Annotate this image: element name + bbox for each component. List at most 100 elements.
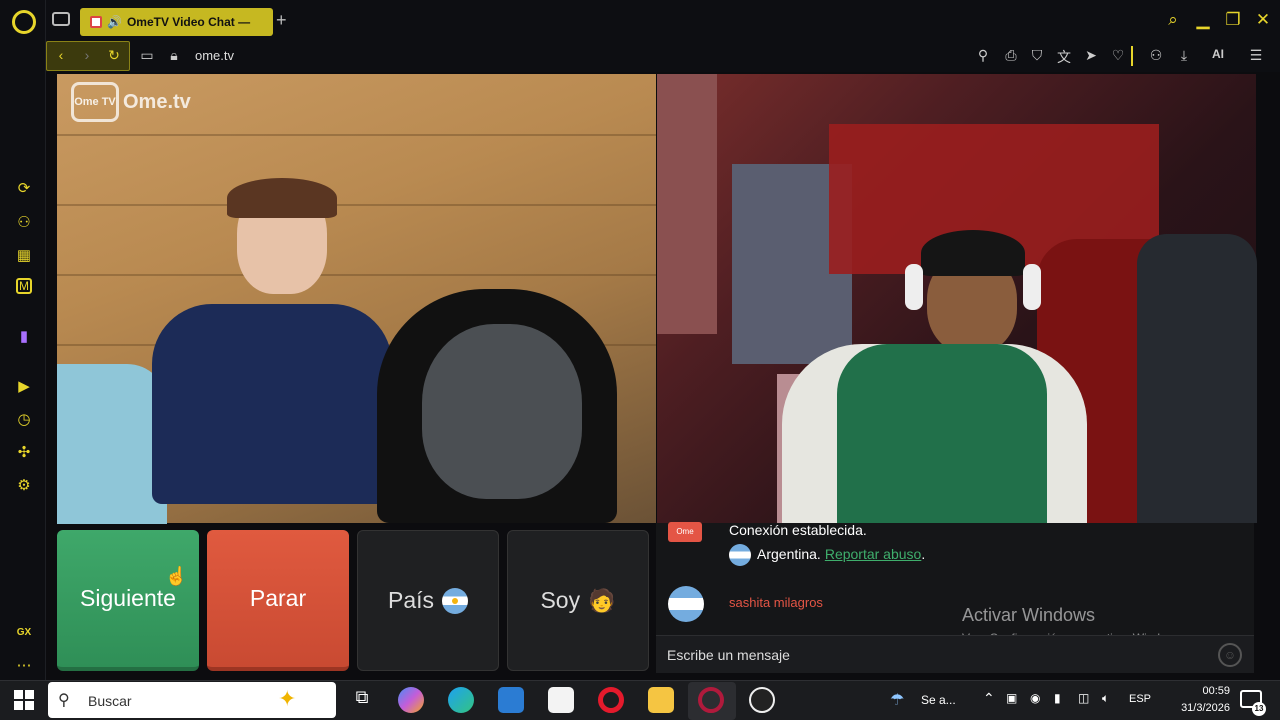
camera-permission-icon[interactable]: ▭ — [138, 47, 156, 65]
gx-control-icon[interactable]: ⚇ — [14, 212, 34, 232]
messenger-icon[interactable]: M — [16, 278, 32, 294]
user-name: sashita milagros — [729, 595, 823, 610]
person2-face-shape — [422, 324, 582, 499]
search-icon: ⚲ — [58, 692, 70, 709]
country-name: Argentina. — [757, 546, 821, 562]
download-icon[interactable]: ⤓ — [1175, 47, 1193, 65]
snapshot-icon[interactable]: ⎙ — [1002, 47, 1020, 65]
search-tabs-icon[interactable]: ⌕ — [1160, 10, 1186, 30]
blanket-shape — [57, 364, 167, 524]
heart-icon[interactable]: ♡ — [1109, 47, 1127, 65]
twitch-icon[interactable]: ▮ — [14, 326, 34, 346]
tab-favicon-icon — [90, 16, 102, 28]
reload-icon[interactable]: ↻ — [105, 47, 123, 65]
close-icon[interactable]: ✕ — [1250, 10, 1276, 30]
translate-icon[interactable]: 文 — [1055, 47, 1073, 65]
argentina-flag-small-icon — [729, 544, 751, 566]
screen: ⟳ ⚇ ▦ M ▮ ▶ ◷ ✣ ⚙ GX ⋯ 🔊 OmeTV Video Cha… — [0, 0, 1280, 720]
menu-icon[interactable]: ☰ — [1247, 47, 1265, 65]
start-button[interactable] — [14, 690, 34, 710]
emoji-icon[interactable]: ☺ — [1218, 643, 1242, 667]
local-video: Ome TV Ome.tv — [57, 74, 656, 524]
person-emoji-icon: 🧑 — [588, 587, 616, 613]
tab-ometv[interactable]: 🔊 OmeTV Video Chat — — [80, 8, 273, 36]
extensions-icon[interactable]: ✣ — [14, 442, 34, 462]
minimize-icon[interactable]: ▁ — [1190, 10, 1216, 30]
opera-gx-taskbar-icon[interactable] — [698, 687, 724, 713]
wall-shape — [657, 74, 717, 334]
next-button[interactable]: Siguiente — [57, 530, 199, 671]
more-icon[interactable]: ⋯ — [14, 655, 34, 675]
ometv-logo: Ome TV Ome.tv — [71, 82, 191, 122]
maximize-icon[interactable]: ❐ — [1220, 10, 1246, 30]
speaker-icon: 🔊 — [107, 15, 122, 29]
headphone-right-shape — [1023, 264, 1041, 310]
gx-corner-icon[interactable]: ▦ — [14, 245, 34, 265]
speed-dial-icon[interactable]: ⟳ — [14, 178, 34, 198]
clock-date[interactable]: 31/3/2026 — [1160, 702, 1230, 714]
ai-button[interactable]: AI — [1203, 47, 1233, 65]
history-icon[interactable]: ◷ — [14, 409, 34, 429]
copilot-icon[interactable] — [398, 687, 424, 713]
mail-icon[interactable] — [498, 687, 524, 713]
report-abuse-link[interactable]: Reportar abuso — [825, 546, 922, 562]
opera-icon[interactable] — [598, 687, 624, 713]
tray-icon-1[interactable]: ▣ — [1006, 691, 1017, 705]
search-placeholder: Buscar — [88, 693, 132, 709]
weather-text[interactable]: Se a... — [921, 693, 956, 707]
argentina-flag-icon — [442, 587, 469, 614]
taskbar-search[interactable]: ⚲ Buscar ✦ — [48, 682, 336, 718]
file-explorer-icon[interactable] — [648, 687, 674, 713]
url-text[interactable]: ome.tv — [195, 48, 234, 63]
person-shirt-shape — [152, 304, 392, 504]
tray-icon-2[interactable]: ◉ — [1030, 691, 1040, 705]
weather-icon[interactable]: ☂ — [890, 690, 904, 710]
message-input[interactable]: Escribe un mensaje ☺ — [656, 635, 1254, 673]
forward-icon[interactable]: › — [78, 47, 96, 65]
country-button[interactable]: País — [357, 530, 499, 671]
gender-button-label: Soy — [540, 587, 581, 613]
ometv-avatar-icon: Ome — [668, 522, 702, 542]
gx-sidebar: ⟳ ⚇ ▦ M ▮ ▶ ◷ ✣ ⚙ GX ⋯ — [0, 0, 46, 680]
edge-icon[interactable] — [448, 687, 474, 713]
stop-button-label: Parar — [249, 585, 307, 611]
clock-time[interactable]: 00:59 — [1170, 685, 1230, 697]
ometv-logo-badge: Ome TV — [71, 82, 119, 122]
next-button-label: Siguiente — [80, 585, 176, 611]
obs-icon[interactable] — [749, 687, 775, 713]
shield-icon[interactable]: ⛉ — [1028, 47, 1046, 65]
account-icon[interactable]: ⚇ — [1147, 47, 1165, 65]
gaming-chair2-shape — [1137, 234, 1257, 523]
mouse-cursor-icon: ☝ — [165, 566, 188, 586]
opera-gx-logo-icon[interactable] — [12, 10, 36, 34]
usb-icon[interactable]: ▮ — [1054, 691, 1061, 705]
language-indicator[interactable]: ESP — [1129, 693, 1151, 705]
remote-person-cap-shape — [921, 230, 1025, 276]
connection-status-text: Conexión establecida. — [729, 522, 867, 538]
back-icon[interactable]: ‹ — [52, 47, 70, 65]
gx-label[interactable]: GX — [14, 622, 34, 642]
new-tab-button[interactable]: + — [276, 10, 287, 31]
notification-count: 13 — [1252, 702, 1266, 716]
task-view-icon[interactable]: ⧉ — [349, 687, 375, 713]
chevron-up-icon[interactable]: ⌃ — [983, 690, 995, 707]
player-icon[interactable]: ▶ — [14, 376, 34, 396]
jacket-body-shape — [837, 344, 1047, 523]
toolbar-divider — [1131, 46, 1133, 66]
pin-icon[interactable]: ⚲ — [974, 47, 992, 65]
store-icon[interactable] — [548, 687, 574, 713]
ometv-logo-text: Ome.tv — [123, 90, 191, 113]
settings-gear-icon[interactable]: ⚙ — [14, 475, 34, 495]
country-line: Argentina. Reportar abuso . — [757, 546, 925, 562]
remote-video — [657, 74, 1257, 529]
tab-title: OmeTV Video Chat — — [126, 15, 251, 29]
message-input-placeholder: Escribe un mensaje — [667, 647, 790, 663]
person-hair-shape — [227, 178, 337, 218]
workspaces-icon[interactable] — [52, 12, 70, 26]
volume-icon[interactable]: 🔈︎ — [1102, 691, 1109, 706]
lock-icon[interactable]: 🔒︎ — [165, 47, 183, 65]
stop-button[interactable]: Parar — [207, 530, 349, 671]
network-icon[interactable]: ◫ — [1078, 691, 1089, 705]
send-icon[interactable]: ➤ — [1082, 47, 1100, 65]
gender-button[interactable]: Soy 🧑 — [507, 530, 649, 671]
